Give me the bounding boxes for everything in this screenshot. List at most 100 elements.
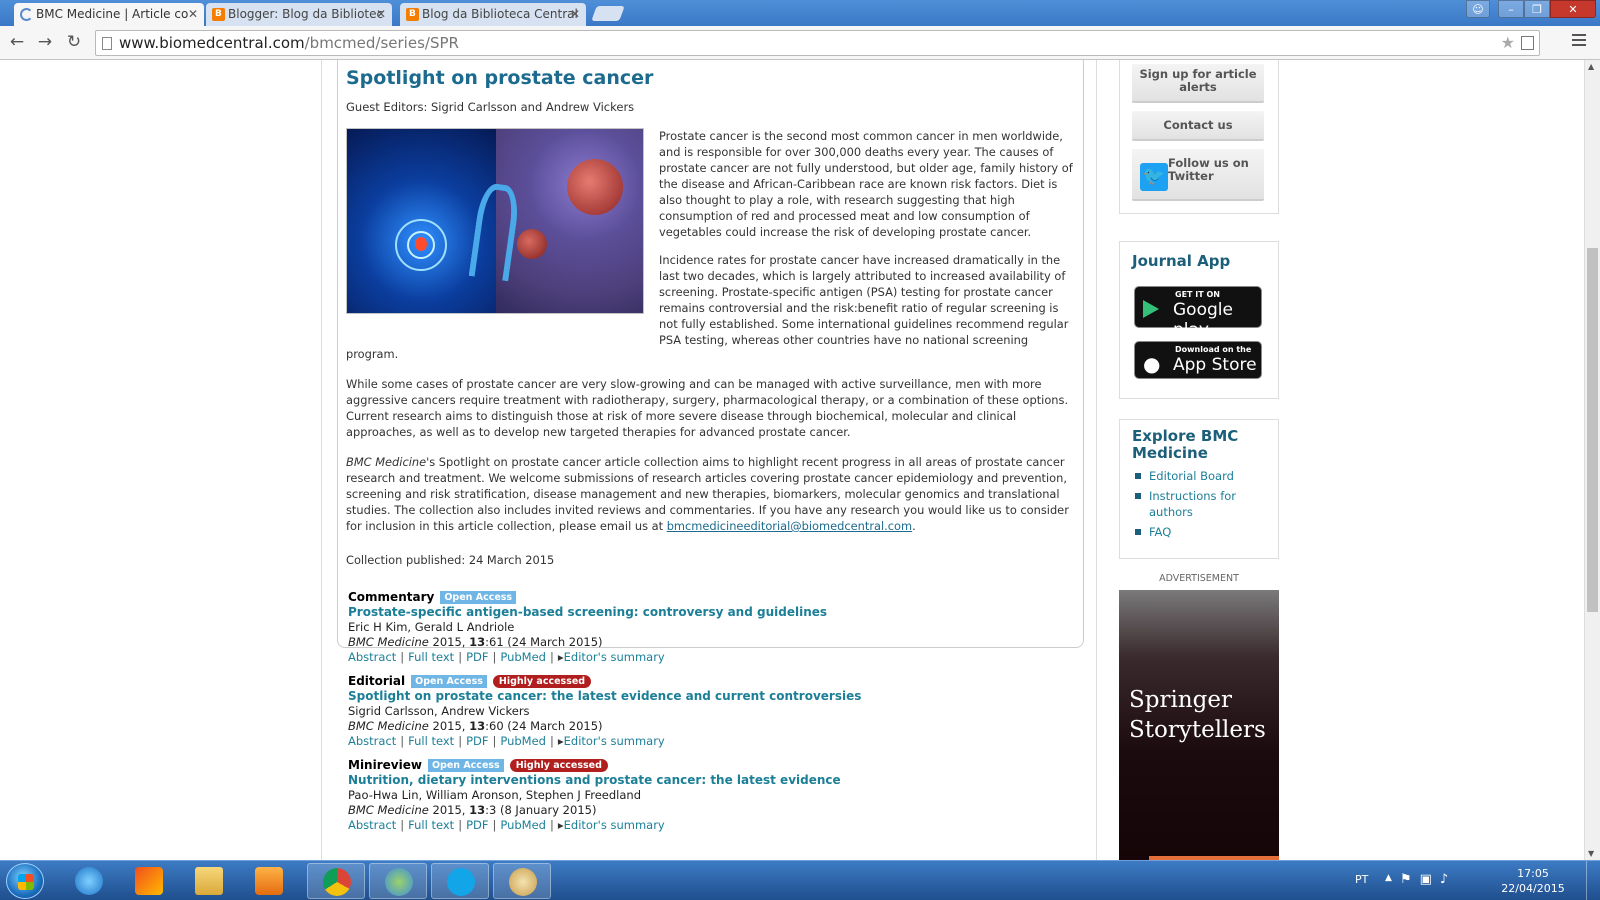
editors-summary-link[interactable]: Editor's summary bbox=[564, 734, 665, 748]
pubmed-link[interactable]: PubMed bbox=[500, 818, 546, 832]
app-store-button[interactable]: ● Download on the App Store bbox=[1134, 341, 1262, 379]
scroll-down-icon[interactable]: ▼ bbox=[1588, 849, 1594, 858]
collection-paragraph: BMC Medicine's Spotlight on prostate can… bbox=[346, 455, 1069, 533]
start-button[interactable] bbox=[6, 863, 44, 899]
tab-blog-biblioteca[interactable]: Blog da Biblioteca Central ✕ bbox=[400, 3, 586, 26]
minimize-button[interactable]: – bbox=[1498, 0, 1524, 18]
pubmed-link[interactable]: PubMed bbox=[500, 734, 546, 748]
full-text-link[interactable]: Full text bbox=[408, 734, 454, 748]
spotlight-box: Spotlight on prostate cancer Guest Edito… bbox=[337, 60, 1084, 648]
close-tab-icon[interactable]: ✕ bbox=[376, 3, 386, 26]
explore-heading: Explore BMC Medicine bbox=[1132, 427, 1239, 462]
incidence-paragraph-tail: program. bbox=[346, 347, 399, 361]
chrome-menu-icon[interactable] bbox=[1572, 34, 1586, 48]
taskbar-chrome[interactable] bbox=[307, 863, 365, 899]
collection-published: Collection published: 24 March 2015 bbox=[346, 553, 555, 567]
pdf-link[interactable]: PDF bbox=[466, 734, 488, 748]
office-icon bbox=[135, 867, 163, 895]
taskbar-paint[interactable] bbox=[493, 863, 551, 899]
article-item: Minireview Open Access Highly accessed Nut… bbox=[348, 758, 841, 832]
close-tab-icon[interactable]: ✕ bbox=[570, 3, 580, 26]
maximize-button[interactable]: ❐ bbox=[1524, 0, 1550, 18]
messenger-icon bbox=[385, 868, 413, 896]
guest-editors: Guest Editors: Sigrid Carlsson and Andre… bbox=[346, 100, 635, 114]
page-title: Spotlight on prostate cancer bbox=[346, 67, 654, 89]
page-viewport: Spotlight on prostate cancer Guest Edito… bbox=[0, 60, 1584, 860]
advertisement-label: ADVERTISEMENT bbox=[1159, 573, 1239, 584]
bookmark-star-icon[interactable]: ★ bbox=[1501, 33, 1515, 52]
explore-list: Editorial Board Instructions for authors… bbox=[1133, 468, 1263, 544]
twitter-icon: 🐦 bbox=[1140, 163, 1168, 191]
google-play-button[interactable]: GET IT ON Google play bbox=[1134, 286, 1262, 340]
page-icon bbox=[102, 37, 112, 50]
full-text-link[interactable]: Full text bbox=[408, 650, 454, 664]
taskbar-messenger[interactable] bbox=[369, 863, 427, 899]
tab-bmc-medicine[interactable]: BMC Medicine | Article co ✕ bbox=[14, 3, 204, 26]
paint-icon bbox=[509, 868, 537, 896]
scrollbar-thumb[interactable] bbox=[1587, 248, 1598, 612]
article-type: Minireview bbox=[348, 758, 422, 772]
show-hidden-icons[interactable]: ▲ bbox=[1385, 873, 1392, 883]
abstract-link[interactable]: Abstract bbox=[348, 734, 396, 748]
article-citation: BMC Medicine 2015, 13:61 (24 March 2015) bbox=[348, 635, 603, 649]
signup-alerts-button[interactable]: Sign up for article alerts bbox=[1132, 64, 1264, 103]
article-type: Editorial bbox=[348, 674, 406, 688]
user-icon[interactable]: ☺ bbox=[1466, 0, 1490, 18]
taskbar-media-player[interactable] bbox=[240, 863, 298, 899]
article-title-link[interactable]: Spotlight on prostate cancer: the latest… bbox=[348, 689, 861, 703]
tab-blogger[interactable]: Blogger: Blog da Bibliotec ✕ bbox=[206, 3, 392, 26]
editors-summary-link[interactable]: Editor's summary bbox=[564, 650, 665, 664]
back-arrow-icon[interactable]: ← bbox=[7, 33, 27, 53]
explore-editorial-board-link[interactable]: Editorial Board bbox=[1133, 468, 1263, 484]
abstract-link[interactable]: Abstract bbox=[348, 650, 396, 664]
explore-instructions-link[interactable]: Instructions for authors bbox=[1133, 488, 1263, 520]
treatment-paragraph: While some cases of prostate cancer are … bbox=[346, 377, 1069, 439]
new-tab-button[interactable] bbox=[591, 6, 625, 21]
browser-tabstrip: BMC Medicine | Article co ✕ Blogger: Blo… bbox=[0, 0, 1600, 26]
pdf-link[interactable]: PDF bbox=[466, 818, 488, 832]
open-access-badge: Open Access bbox=[440, 591, 517, 604]
taskbar-internet-explorer[interactable] bbox=[60, 863, 118, 899]
article-authors: Pao-Hwa Lin, William Aronson, Stephen J … bbox=[348, 788, 641, 802]
editorial-email-link[interactable]: bmcmedicineeditorial@biomedcentral.com bbox=[667, 519, 912, 533]
highly-accessed-badge: Highly accessed bbox=[509, 759, 608, 772]
close-tab-icon[interactable]: ✕ bbox=[188, 3, 198, 26]
close-window-button[interactable]: ✕ bbox=[1550, 0, 1596, 18]
scroll-up-icon[interactable]: ▲ bbox=[1588, 62, 1594, 71]
apple-icon: ● bbox=[1143, 352, 1161, 376]
forward-arrow-icon[interactable]: → bbox=[35, 33, 55, 53]
tray-icons[interactable]: ⚑▣♪ bbox=[1400, 872, 1456, 887]
input-language[interactable]: PT bbox=[1355, 873, 1368, 886]
prostate-cancer-image bbox=[346, 128, 644, 314]
article-title-link[interactable]: Prostate-specific antigen-based screenin… bbox=[348, 605, 827, 619]
full-text-link[interactable]: Full text bbox=[408, 818, 454, 832]
taskbar-clock[interactable]: 17:05 22/04/2015 bbox=[1488, 866, 1578, 896]
article-title-link[interactable]: Nutrition, dietary interventions and pro… bbox=[348, 773, 841, 787]
explore-faq-link[interactable]: FAQ bbox=[1133, 524, 1263, 540]
article-authors: Sigrid Carlsson, Andrew Vickers bbox=[348, 704, 530, 718]
pubmed-link[interactable]: PubMed bbox=[500, 650, 546, 664]
taskbar-explorer[interactable] bbox=[180, 863, 238, 899]
column-divider bbox=[1096, 60, 1097, 860]
internet-explorer-icon bbox=[75, 867, 103, 895]
journal-app-heading: Journal App bbox=[1132, 252, 1231, 270]
show-desktop-button[interactable] bbox=[1586, 861, 1600, 900]
open-access-badge: Open Access bbox=[427, 759, 504, 772]
google-play-icon bbox=[1143, 300, 1159, 318]
contact-us-button[interactable]: Contact us bbox=[1132, 111, 1264, 141]
taskbar-skype[interactable] bbox=[431, 863, 489, 899]
folder-icon bbox=[195, 867, 223, 895]
pdf-link[interactable]: PDF bbox=[466, 650, 488, 664]
abstract-link[interactable]: Abstract bbox=[348, 818, 396, 832]
vertical-scrollbar[interactable]: ▲ ▼ bbox=[1584, 60, 1600, 860]
blogger-icon bbox=[406, 3, 419, 26]
tab-label: Blog da Biblioteca Central bbox=[422, 7, 578, 21]
taskbar-office[interactable] bbox=[120, 863, 178, 899]
springer-advertisement[interactable]: Springer Storytellers bbox=[1119, 590, 1279, 860]
article-links: Abstract | Full text | PDF | PubMed | ▸Editor's … bbox=[348, 734, 665, 748]
address-bar[interactable]: www.biomedcentral.com/bmcmed/series/SPR … bbox=[95, 30, 1540, 56]
editors-summary-link[interactable]: Editor's summary bbox=[564, 818, 665, 832]
browser-toolbar: ← → ↻ www.biomedcentral.com/bmcmed/serie… bbox=[0, 26, 1600, 60]
reload-icon[interactable]: ↻ bbox=[64, 33, 84, 53]
extension-icon[interactable] bbox=[1521, 36, 1534, 50]
